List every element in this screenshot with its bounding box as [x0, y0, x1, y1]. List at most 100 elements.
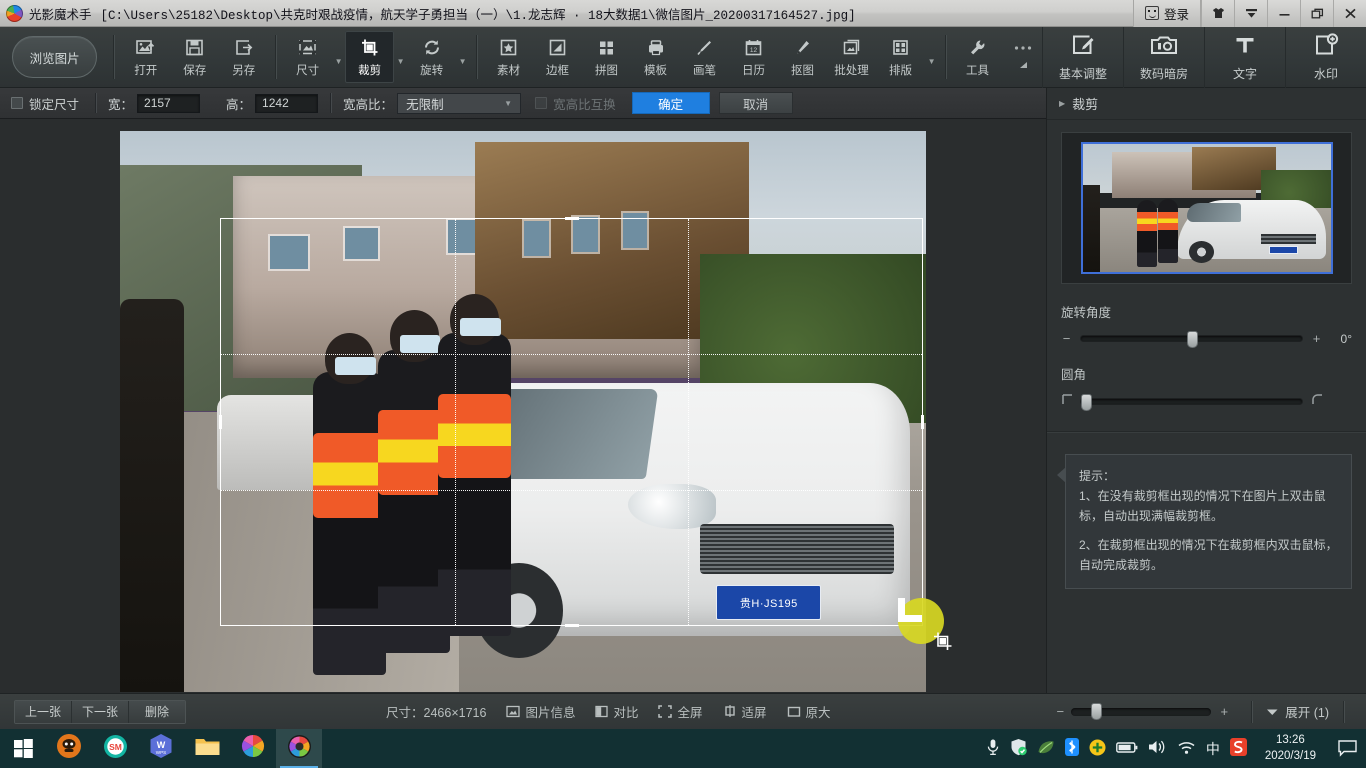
- tips-box: 提示： 1、在没有裁剪框出现的情况下在图片上双击鼠标，自动出现满幅裁剪框。 2、…: [1057, 454, 1352, 589]
- fullscreen-button[interactable]: 全屏: [658, 702, 703, 721]
- toolbar-more-button[interactable]: [1005, 31, 1042, 83]
- fit-screen-button[interactable]: 适屏: [723, 702, 767, 721]
- photo-license-plate: 贵H·JS195: [716, 585, 822, 621]
- toolbar-item-frame-label: 边框: [546, 64, 570, 77]
- watermark-icon: [1313, 32, 1339, 60]
- toolbar-item-resize[interactable]: 尺寸: [283, 31, 332, 83]
- zoom-slider-knob[interactable]: [1090, 702, 1102, 720]
- security-shield-icon[interactable]: [1010, 738, 1027, 759]
- restore-button[interactable]: [1300, 0, 1333, 27]
- toolbar-group-file: 打开 保存 另存: [118, 31, 271, 83]
- right-tool-watermark[interactable]: 水印: [1285, 26, 1366, 88]
- rotate-increase-button[interactable]: +: [1311, 331, 1322, 346]
- tips-item-2: 2、在裁剪框出现的情况下在裁剪框内双击鼠标，自动完成裁剪。: [1079, 538, 1338, 573]
- photo-foreground-person: [120, 299, 185, 692]
- minimize-button[interactable]: [1267, 0, 1300, 27]
- taskbar-app-photoshine[interactable]: [230, 729, 276, 768]
- toolbar-item-sticker[interactable]: 素材: [484, 31, 533, 83]
- right-tool-darkroom[interactable]: 数码暗房: [1123, 26, 1204, 88]
- edited-photo[interactable]: 贵H·JS195: [120, 131, 926, 692]
- toolbar-item-save-as[interactable]: 另存: [219, 31, 268, 83]
- panel-header-crop[interactable]: ▶ 裁剪: [1047, 88, 1366, 120]
- taskbar-app-explorer[interactable]: [184, 729, 230, 768]
- toolbar-item-rotate-label: 旋转: [420, 64, 444, 77]
- expand-panel-button[interactable]: 展开 (1): [1266, 702, 1329, 721]
- toolbar-item-collage[interactable]: 拼图: [582, 31, 631, 83]
- rotate-angle-slider[interactable]: [1080, 331, 1303, 348]
- toolbar-item-rotate[interactable]: 旋转: [407, 31, 456, 83]
- toolbar-separator: [476, 35, 478, 79]
- taskbar-app-browser-orange[interactable]: [46, 729, 92, 768]
- toolbar-item-brush[interactable]: 画笔: [680, 31, 729, 83]
- notification-button[interactable]: [1334, 729, 1360, 768]
- browse-images-button[interactable]: 浏览图片: [12, 36, 98, 78]
- confirm-button[interactable]: 确定: [631, 92, 710, 114]
- cancel-button[interactable]: 取消: [718, 92, 793, 114]
- toolbar-item-calendar[interactable]: 12 日历: [729, 31, 778, 83]
- toolbar-item-batch[interactable]: 批处理: [827, 31, 876, 83]
- update-icon[interactable]: [1089, 739, 1106, 759]
- wifi-icon[interactable]: [1177, 740, 1196, 758]
- crop-corner-handle[interactable]: [898, 598, 922, 622]
- width-input[interactable]: 2157: [137, 93, 201, 113]
- bluetooth-icon[interactable]: [1064, 738, 1079, 759]
- toolbar-item-crop[interactable]: 裁剪: [345, 31, 395, 83]
- sogou-icon[interactable]: [1229, 738, 1247, 759]
- compare-button[interactable]: 对比: [595, 702, 638, 721]
- right-tool-basic-adjust[interactable]: 基本调整: [1042, 26, 1123, 88]
- toolbar-item-open[interactable]: 打开: [121, 31, 170, 83]
- toolbar-item-layout[interactable]: 排版: [876, 31, 925, 83]
- swap-ratio-label: 宽高比互换: [553, 97, 616, 112]
- toolbar-item-tools[interactable]: 工具: [953, 31, 1002, 83]
- lock-size-checkbox[interactable]: [11, 97, 23, 109]
- rotate-decrease-button[interactable]: −: [1061, 331, 1072, 346]
- menu-button[interactable]: [1234, 0, 1267, 27]
- skin-button[interactable]: [1201, 0, 1234, 27]
- preview-thumbnail[interactable]: [1080, 142, 1333, 274]
- right-tool-text[interactable]: 文字: [1204, 26, 1285, 88]
- toolbar-item-template[interactable]: 模板: [631, 31, 680, 83]
- start-button[interactable]: [0, 729, 46, 768]
- options-separator: [330, 93, 332, 113]
- aspect-ratio-value: 无限制: [406, 97, 444, 112]
- login-button[interactable]: 登录: [1132, 0, 1201, 27]
- rotate-dropdown-arrow[interactable]: ▼: [456, 31, 469, 83]
- layout-dropdown-arrow[interactable]: ▼: [925, 31, 938, 83]
- image-canvas[interactable]: 贵H·JS195: [0, 119, 1046, 693]
- taskbar-clock[interactable]: 13:26 2020/3/19: [1265, 733, 1316, 764]
- zoom-slider[interactable]: [1071, 702, 1212, 720]
- microphone-icon[interactable]: [986, 738, 1000, 759]
- windows-taskbar: SM W WPS 中 13:26 2020/3/19: [0, 729, 1366, 768]
- image-info-button[interactable]: 图片信息: [506, 702, 575, 721]
- aspect-ratio-select[interactable]: 无限制 ▼: [397, 92, 522, 114]
- toolbar-item-save-label: 保存: [183, 64, 207, 77]
- zoom-in-button[interactable]: +: [1211, 704, 1237, 719]
- taskbar-app-sm[interactable]: SM: [92, 729, 138, 768]
- resize-dropdown-arrow[interactable]: ▼: [332, 31, 345, 83]
- toolbar-item-frame[interactable]: 边框: [533, 31, 582, 83]
- prev-image-button[interactable]: 上一张: [15, 700, 73, 723]
- original-size-button[interactable]: 原大: [787, 702, 831, 721]
- battery-icon[interactable]: [1115, 741, 1138, 757]
- zoom-control-group: − + 展开 (1): [1049, 700, 1366, 723]
- wps-icon: W WPS: [148, 733, 174, 764]
- height-input[interactable]: 1242: [255, 93, 319, 113]
- taskbar-app-wps[interactable]: W WPS: [138, 729, 184, 768]
- ime-chinese-icon[interactable]: 中: [1206, 739, 1220, 759]
- volume-icon[interactable]: [1148, 739, 1167, 758]
- close-button[interactable]: [1333, 0, 1366, 27]
- corner-radius-slider[interactable]: [1080, 393, 1303, 411]
- toolbar-item-cutout[interactable]: 抠图: [778, 31, 827, 83]
- layout-icon: [891, 37, 910, 59]
- zoom-out-button[interactable]: −: [1049, 704, 1071, 719]
- toolbar-item-layout-label: 排版: [889, 64, 913, 77]
- toolbar-item-save[interactable]: 保存: [170, 31, 219, 83]
- rotate-slider-knob[interactable]: [1187, 331, 1199, 348]
- next-image-button[interactable]: 下一张: [72, 700, 130, 723]
- photo-safety-vest: [313, 432, 386, 518]
- corner-slider-knob[interactable]: [1081, 393, 1092, 411]
- taskbar-app-neoimaging[interactable]: [276, 729, 322, 768]
- leaf-icon[interactable]: [1037, 739, 1055, 758]
- crop-dropdown-arrow[interactable]: ▼: [394, 31, 407, 83]
- delete-image-button[interactable]: 删除: [129, 700, 186, 723]
